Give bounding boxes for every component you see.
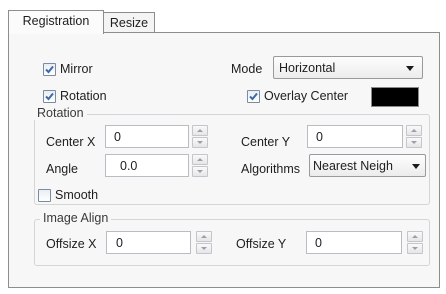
down-arrow-icon — [197, 141, 203, 144]
mode-label: Mode — [231, 62, 263, 76]
chevron-down-icon — [412, 164, 420, 169]
angle-input[interactable]: 0.0 — [105, 154, 189, 177]
spin-down-button[interactable] — [407, 243, 423, 254]
spin-down-button[interactable] — [192, 137, 208, 148]
mode-value: Horizontal — [279, 61, 336, 75]
center-y-label: Center Y — [241, 135, 291, 149]
rotation-label: Rotation — [60, 89, 107, 103]
spin-up-button[interactable] — [406, 125, 422, 136]
center-x-spinner — [192, 125, 208, 148]
offsize-y-input[interactable]: 0 — [306, 231, 402, 254]
smooth-checkbox[interactable] — [38, 189, 51, 202]
overlay-center-checkbox[interactable] — [247, 90, 260, 103]
down-arrow-icon — [201, 247, 207, 250]
angle-spinner — [192, 154, 208, 177]
offsize-y-label: Offsize Y — [236, 237, 287, 251]
checkmark-icon — [249, 92, 258, 101]
angle-value: 0.0 — [120, 159, 138, 173]
down-arrow-icon — [411, 141, 417, 144]
offsize-x-value: 0 — [116, 236, 123, 250]
offsize-x-input[interactable]: 0 — [106, 231, 191, 254]
registration-panel: Mirror Mode Horizontal Rotation Overlay … — [8, 32, 440, 288]
rotation-group-title: Rotation — [34, 106, 87, 120]
overlay-color-swatch[interactable] — [371, 87, 419, 107]
tab-registration[interactable]: Registration — [8, 10, 104, 34]
down-arrow-icon — [412, 247, 418, 250]
rotation-checkbox[interactable] — [43, 90, 56, 103]
chevron-down-icon — [406, 66, 414, 71]
down-arrow-icon — [197, 170, 203, 173]
center-x-value: 0 — [114, 130, 121, 144]
angle-label: Angle — [46, 162, 78, 176]
offsize-x-label: Offsize X — [46, 237, 97, 251]
tab-resize[interactable]: Resize — [103, 12, 155, 33]
spin-down-button[interactable] — [406, 137, 422, 148]
center-y-spinner — [406, 125, 422, 148]
spin-up-button[interactable] — [192, 154, 208, 165]
algorithms-value: Nearest Neigh — [313, 159, 393, 173]
center-x-label: Center X — [46, 135, 96, 149]
offsize-x-spinner — [196, 231, 212, 254]
up-arrow-icon — [197, 158, 203, 161]
center-x-input[interactable]: 0 — [105, 125, 189, 148]
center-y-value: 0 — [316, 130, 323, 144]
up-arrow-icon — [197, 129, 203, 132]
spin-up-button[interactable] — [192, 125, 208, 136]
checkmark-icon — [45, 92, 54, 101]
tab-resize-label: Resize — [109, 16, 149, 30]
up-arrow-icon — [411, 129, 417, 132]
spin-down-button[interactable] — [192, 166, 208, 177]
up-arrow-icon — [412, 235, 418, 238]
spin-up-button[interactable] — [407, 231, 423, 242]
spin-up-button[interactable] — [196, 231, 212, 242]
algorithms-select[interactable]: Nearest Neigh — [309, 154, 426, 177]
up-arrow-icon — [201, 235, 207, 238]
checkmark-icon — [45, 65, 54, 74]
offsize-y-spinner — [407, 231, 423, 254]
mirror-label: Mirror — [60, 62, 93, 76]
algorithms-label: Algorithms — [241, 162, 301, 176]
offsize-y-value: 0 — [315, 236, 322, 250]
tab-registration-label: Registration — [22, 14, 90, 28]
center-y-input[interactable]: 0 — [307, 125, 403, 148]
smooth-label: Smooth — [55, 188, 99, 202]
mirror-checkbox[interactable] — [43, 63, 56, 76]
overlay-center-label: Overlay Center — [264, 89, 349, 103]
mode-select[interactable]: Horizontal — [273, 56, 423, 79]
image-align-group-title: Image Align — [40, 211, 112, 225]
spin-down-button[interactable] — [196, 243, 212, 254]
